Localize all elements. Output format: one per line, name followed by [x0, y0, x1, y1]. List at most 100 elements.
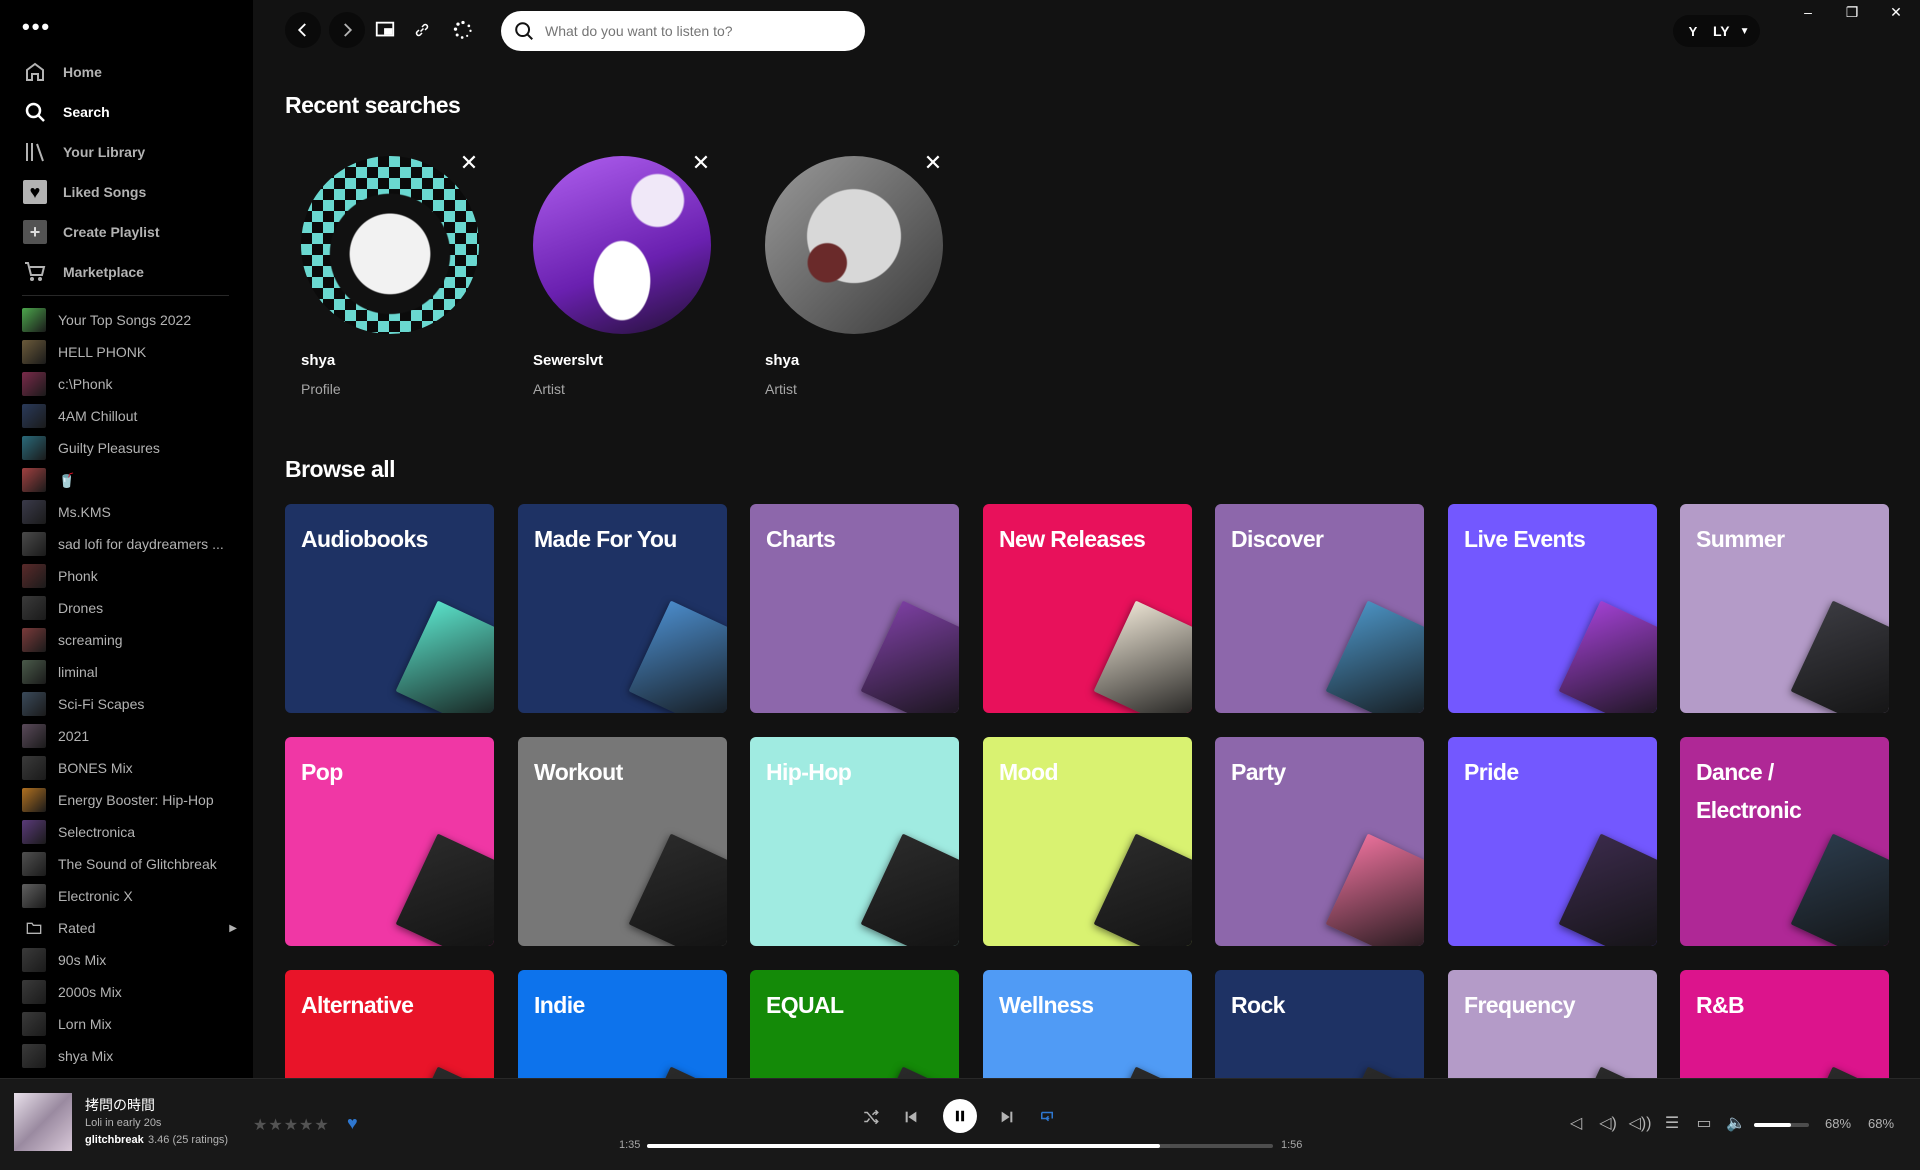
nav-liked-songs[interactable]: ♥ Liked Songs	[22, 172, 232, 212]
loading-button[interactable]	[449, 16, 477, 44]
mute-button[interactable]: 🔈	[1725, 1112, 1747, 1134]
search-input[interactable]	[545, 23, 835, 39]
tile-label: Summer	[1696, 526, 1785, 552]
tile-label: New Releases	[999, 526, 1146, 552]
browse-tile[interactable]: Frequency	[1448, 970, 1657, 1078]
nav-search[interactable]: Search	[22, 92, 232, 132]
now-playing-cover[interactable]	[14, 1093, 72, 1151]
browse-tile[interactable]: Rock	[1215, 970, 1424, 1078]
back-button[interactable]	[285, 12, 321, 48]
sidebar-playlist-item[interactable]: shya Mix	[22, 1040, 237, 1072]
sidebar-playlist-item[interactable]: Selectronica	[22, 816, 237, 848]
user-menu-button[interactable]: Y LY ▼	[1673, 15, 1760, 47]
browse-tile[interactable]: Mood	[983, 737, 1192, 946]
volume-slider[interactable]	[1754, 1123, 1809, 1127]
vol-down-button[interactable]: ◁	[1565, 1112, 1587, 1134]
nav-create-playlist[interactable]: + Create Playlist	[22, 212, 232, 252]
playlist-cover	[22, 884, 46, 908]
browse-tile[interactable]: R&B	[1680, 970, 1889, 1078]
sidebar-playlist-item[interactable]: Your Top Songs 2022	[22, 304, 237, 336]
nav-home[interactable]: Home	[22, 52, 232, 92]
sidebar-playlist-item[interactable]: 2021	[22, 720, 237, 752]
nav-library[interactable]: Your Library	[22, 132, 232, 172]
sidebar-playlist-item[interactable]: Phonk	[22, 560, 237, 592]
minimize-button[interactable]: –	[1788, 4, 1828, 20]
tile-label: Charts	[766, 526, 836, 552]
volume-icon: 🔈	[1726, 1115, 1746, 1132]
miniplayer-button[interactable]	[371, 16, 399, 44]
browse-tile[interactable]: New Releases	[983, 504, 1192, 713]
remove-recent-button[interactable]: ✕	[920, 150, 946, 176]
browse-tile[interactable]: Audiobooks	[285, 504, 494, 713]
now-playing-artist[interactable]: glitchbreak	[85, 1134, 144, 1146]
previous-button[interactable]	[895, 1101, 927, 1133]
app-menu-button[interactable]: •••	[22, 14, 51, 40]
recent-card[interactable]: ✕ Sewerslvt Artist	[517, 138, 727, 408]
sidebar-playlist-item[interactable]: 🥤	[22, 464, 237, 496]
sidebar-playlist-item[interactable]: HELL PHONK	[22, 336, 237, 368]
recent-card[interactable]: ✕ shya Profile	[285, 138, 495, 408]
vol-up-button[interactable]: ◁))	[1629, 1112, 1652, 1134]
elapsed-time: 1:35	[619, 1139, 641, 1151]
browse-tile[interactable]: Hip-Hop	[750, 737, 959, 946]
sidebar-playlist-item[interactable]: Rated ▶	[22, 912, 237, 944]
sidebar-playlist-item[interactable]: screaming	[22, 624, 237, 656]
sidebar-playlist-item[interactable]: BONES Mix	[22, 752, 237, 784]
sidebar-playlist-item[interactable]: Drones	[22, 592, 237, 624]
browse-tile[interactable]: Dance / Electronic	[1680, 737, 1889, 946]
rating-stars[interactable]: ★★★★★	[253, 1115, 330, 1135]
next-button[interactable]	[991, 1101, 1023, 1133]
remove-recent-button[interactable]: ✕	[456, 150, 482, 176]
sidebar-playlist-item[interactable]: 2000s Mix	[22, 976, 237, 1008]
browse-tile[interactable]: Workout	[518, 737, 727, 946]
now-playing-title[interactable]: 拷問の時間	[85, 1095, 155, 1115]
queue-button[interactable]: ☰	[1661, 1112, 1683, 1134]
playlist-label: shya Mix	[58, 1048, 114, 1064]
sidebar-playlist-item[interactable]: Ms.KMS	[22, 496, 237, 528]
sidebar-playlist-item[interactable]: c:\Phonk	[22, 368, 237, 400]
browse-tile[interactable]: Pop	[285, 737, 494, 946]
sidebar-playlist-item[interactable]: Electronic X	[22, 880, 237, 912]
restore-button[interactable]: ❐	[1832, 4, 1872, 21]
caret-right-icon: ▶	[229, 922, 237, 934]
repeat-button[interactable]	[1031, 1101, 1063, 1133]
browse-tile[interactable]: Charts	[750, 504, 959, 713]
recent-card[interactable]: ✕ shya Artist	[749, 138, 959, 408]
browse-tile[interactable]: Party	[1215, 737, 1424, 946]
browse-tile[interactable]: Alternative	[285, 970, 494, 1078]
browse-tile[interactable]: Discover	[1215, 504, 1424, 713]
browse-tile[interactable]: Live Events	[1448, 504, 1657, 713]
sidebar-playlist-item[interactable]: Lorn Mix	[22, 1008, 237, 1040]
nav-marketplace[interactable]: Marketplace	[22, 252, 232, 292]
pause-button[interactable]	[943, 1099, 977, 1133]
playlist-cover	[22, 820, 46, 844]
tile-cover-image	[1558, 833, 1657, 946]
devices-button[interactable]: ▭	[1693, 1112, 1715, 1134]
browse-tile[interactable]: Pride	[1448, 737, 1657, 946]
browse-tile[interactable]: Summer	[1680, 504, 1889, 713]
tile-cover-image	[860, 833, 959, 946]
like-heart-icon[interactable]: ♥	[347, 1113, 358, 1134]
sidebar-playlist-item[interactable]: 90s Mix	[22, 944, 237, 976]
sidebar-playlist-item[interactable]: The Sound of Glitchbreak	[22, 848, 237, 880]
sidebar-playlist-item[interactable]: liminal	[22, 656, 237, 688]
browse-tile[interactable]: Indie	[518, 970, 727, 1078]
close-button[interactable]: ✕	[1876, 4, 1916, 21]
forward-button[interactable]	[329, 12, 365, 48]
remove-recent-button[interactable]: ✕	[688, 150, 714, 176]
browse-tile[interactable]: EQUAL	[750, 970, 959, 1078]
playlist-label: 90s Mix	[58, 952, 107, 968]
shuffle-button[interactable]	[855, 1101, 887, 1133]
pause-icon	[955, 1110, 965, 1122]
sidebar-playlist-item[interactable]: Energy Booster: Hip-Hop	[22, 784, 237, 816]
sidebar-playlist-item[interactable]: 4AM Chillout	[22, 400, 237, 432]
vol-mid-button[interactable]: ◁)	[1597, 1112, 1619, 1134]
sidebar-playlist-item[interactable]: Guilty Pleasures	[22, 432, 237, 464]
browse-tile[interactable]: Made For You	[518, 504, 727, 713]
sidebar-playlist-item[interactable]: sad lofi for daydreamers ...	[22, 528, 237, 560]
browse-tile[interactable]: Wellness	[983, 970, 1192, 1078]
progress-bar[interactable]	[647, 1144, 1273, 1148]
sidebar-playlist-item[interactable]: Sci-Fi Scapes	[22, 688, 237, 720]
playlist-cover	[22, 948, 46, 972]
link-button[interactable]	[408, 16, 436, 44]
